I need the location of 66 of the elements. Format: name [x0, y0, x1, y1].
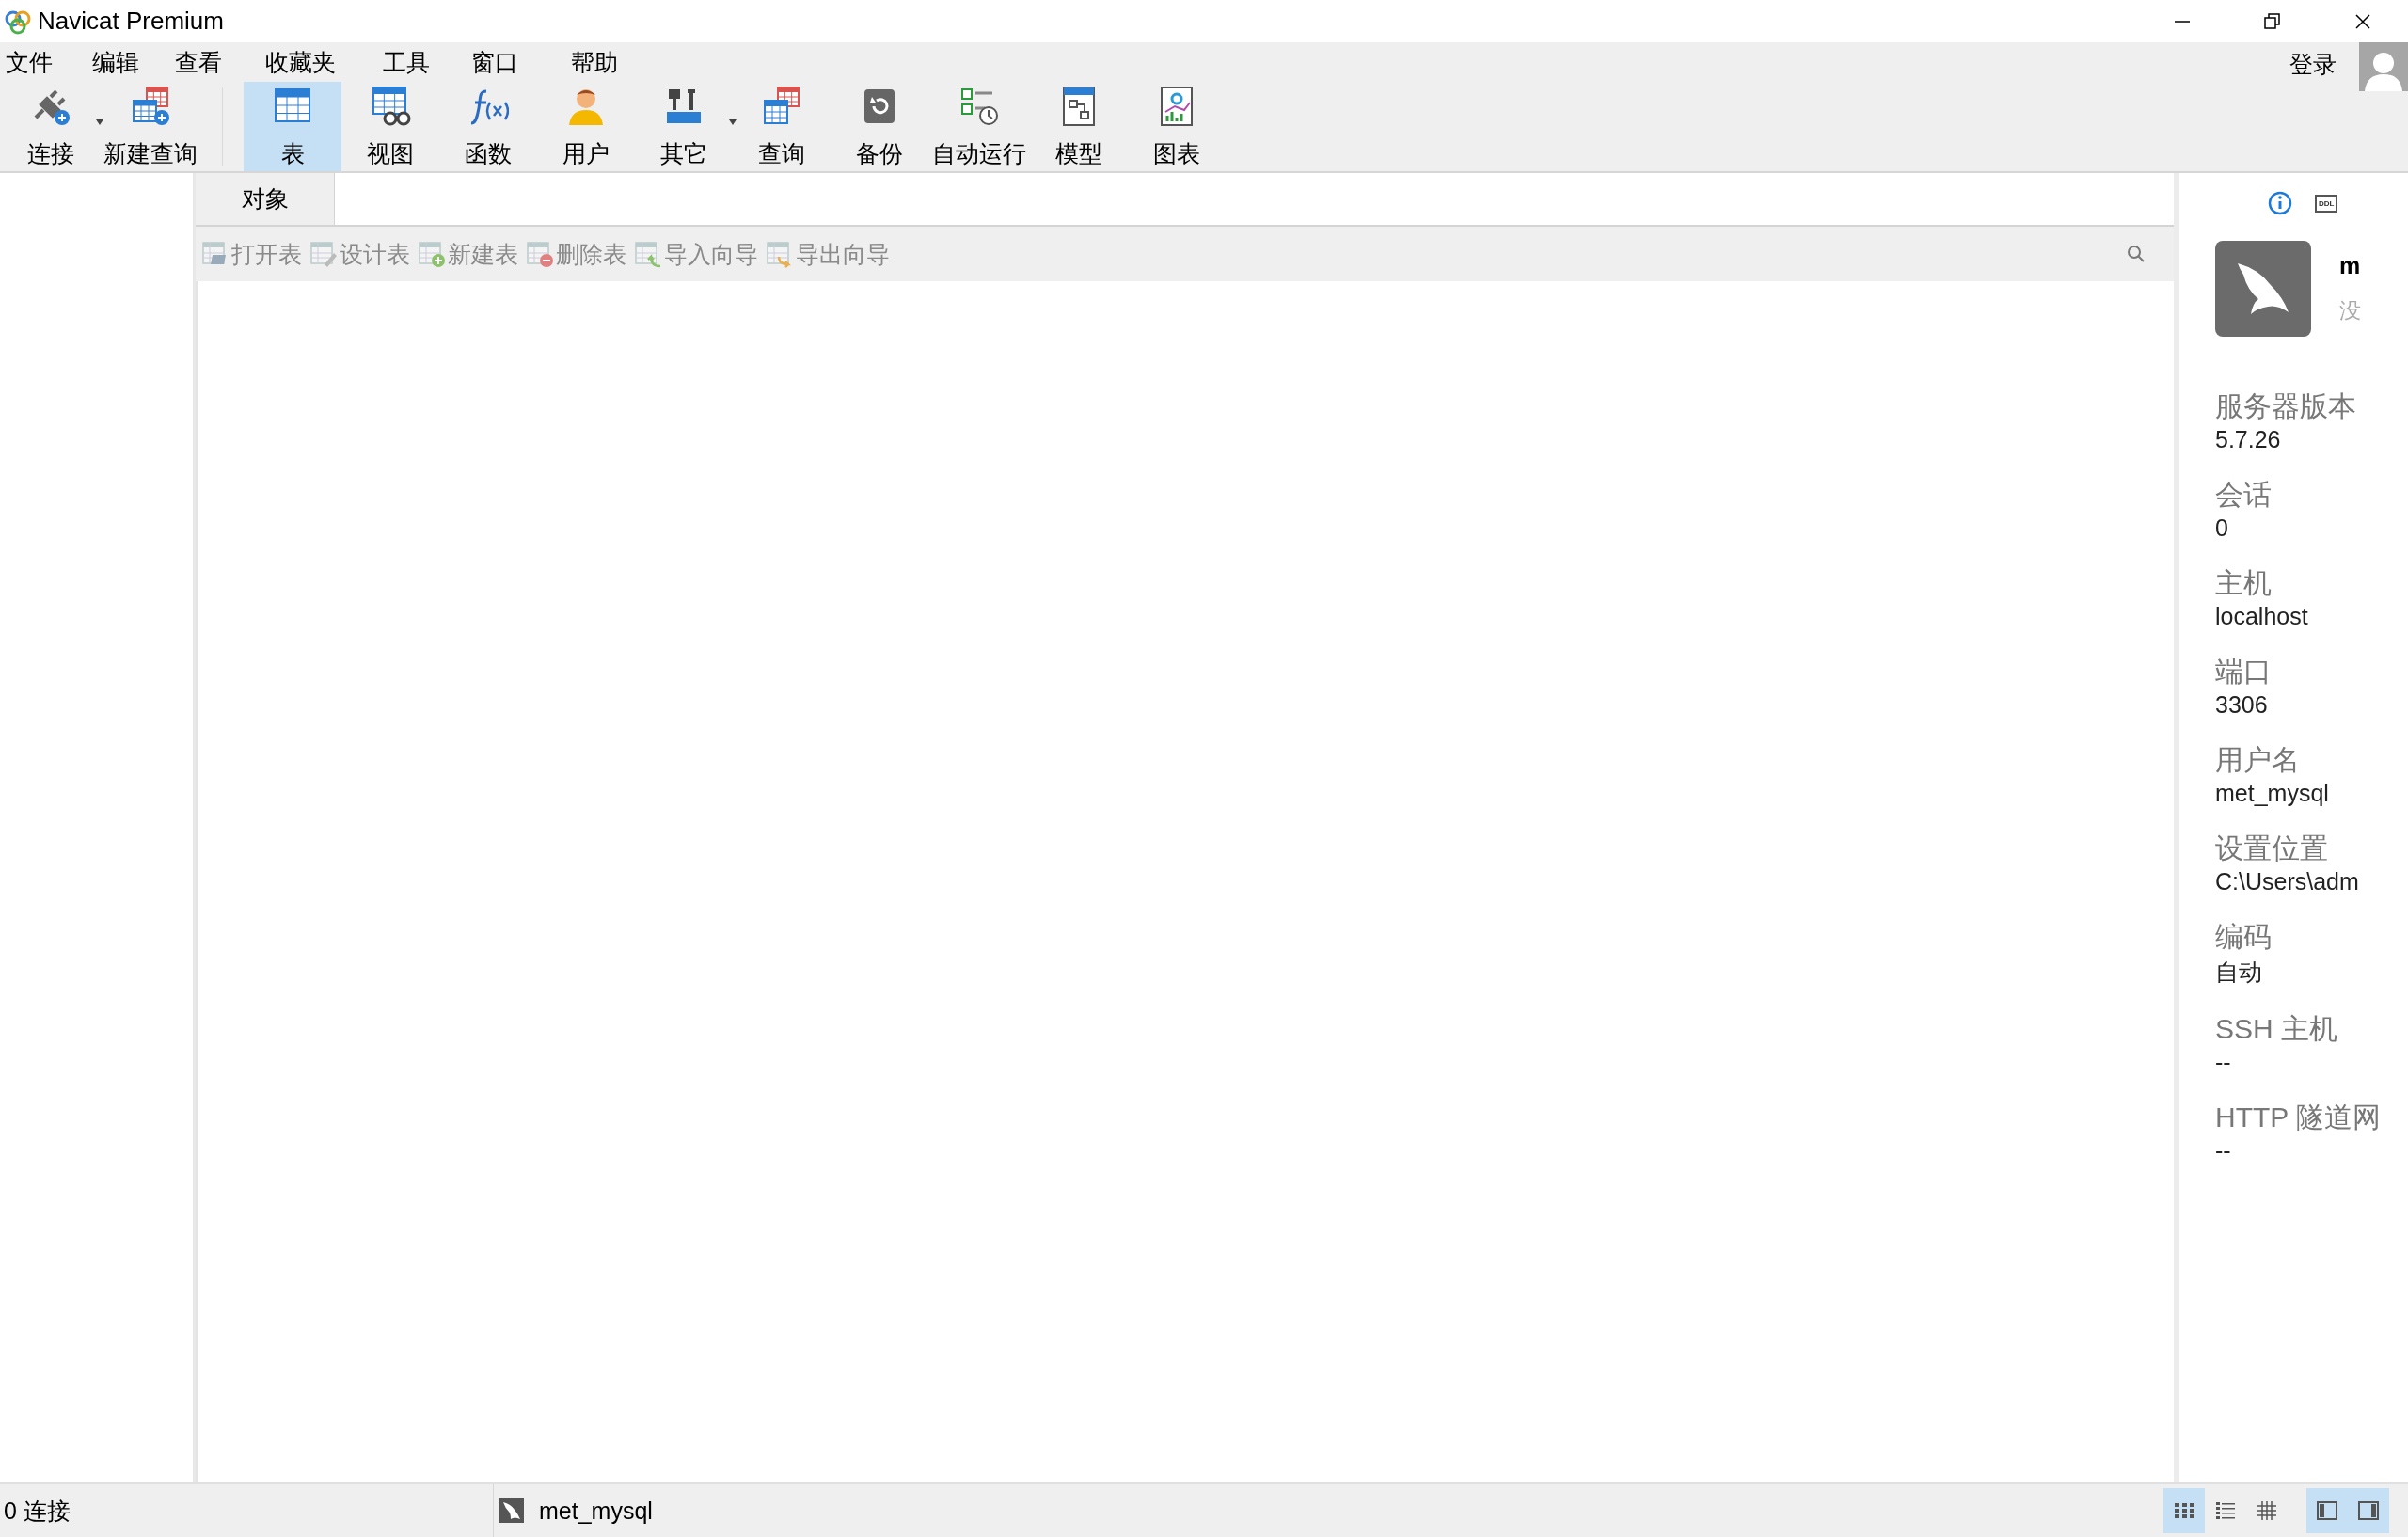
table-plus-icon: [418, 240, 446, 268]
search-icon[interactable]: [2127, 245, 2146, 263]
table-minus-icon: [526, 240, 554, 268]
view-mode-button[interactable]: [2163, 1488, 2205, 1533]
property-label: 主机: [2215, 566, 2273, 600]
grid-view-icon[interactable]: [2256, 1499, 2278, 1522]
restore-icon: [2263, 11, 2282, 31]
property-value: C:\Users\adm: [2215, 868, 2360, 895]
dolphin-icon: [499, 1498, 524, 1523]
menu-item[interactable]: 文件: [0, 46, 58, 78]
minimize-icon: [2174, 20, 2191, 23]
table-plus-icon: [130, 86, 171, 127]
right-pane-icon[interactable]: [2357, 1499, 2380, 1522]
window-title: Navicat Premium: [38, 7, 225, 36]
toolbar-button[interactable]: 其它: [635, 82, 733, 171]
toolbar-button[interactable]: 模型: [1030, 82, 1128, 171]
property-label: 服务器版本: [2215, 389, 2357, 423]
property-value: --: [2215, 1137, 2232, 1165]
connection-name: met_mysql: [539, 1497, 653, 1525]
toolbar-button[interactable]: 查询: [733, 82, 831, 171]
property-value: met_mysql: [2215, 780, 2330, 807]
property-label: SSH 主机: [2215, 1012, 2339, 1046]
caret-icon: [729, 119, 737, 125]
toolbar-button[interactable]: 自动运行: [928, 82, 1030, 171]
property-label: 会话: [2215, 478, 2273, 512]
toolbar-button[interactable]: 图表: [1128, 82, 1226, 171]
toolbar-button[interactable]: 连接: [2, 82, 100, 171]
toolbar-button[interactable]: 新建查询: [100, 82, 201, 171]
pane-toggle-button[interactable]: [2348, 1488, 2389, 1533]
toolbar-button[interactable]: 表: [244, 82, 341, 171]
table-arrow-icon: [634, 240, 662, 268]
list-view-icon[interactable]: [2214, 1499, 2237, 1522]
property-label: 编码: [2215, 920, 2273, 954]
menu-item[interactable]: 窗口: [466, 46, 524, 78]
toolbar-button[interactable]: 备份: [831, 82, 928, 171]
toolbar-button[interactable]: 视图: [341, 82, 439, 171]
toolbar-button[interactable]: 用户: [537, 82, 635, 171]
property-label: 用户名: [2215, 743, 2301, 777]
login-link[interactable]: 登录: [2289, 49, 2337, 82]
property-label: 端口: [2215, 655, 2273, 689]
close-icon: [2353, 11, 2372, 31]
checklist-clock-icon: [958, 86, 1000, 127]
menu-item[interactable]: 收藏夹: [260, 46, 341, 78]
property-value: localhost: [2215, 603, 2309, 630]
connection-subtitle: 没: [2339, 297, 2361, 325]
caret-icon: [96, 119, 103, 125]
left-pane-icon[interactable]: [2316, 1499, 2338, 1522]
menu-item[interactable]: 帮助: [565, 46, 624, 78]
tab[interactable]: 对象: [196, 173, 335, 225]
property-value: 3306: [2215, 691, 2269, 719]
property-value: 0: [2215, 515, 2229, 542]
table-glasses-icon: [370, 86, 411, 127]
menu-item[interactable]: 编辑: [87, 46, 145, 78]
connection-name: m: [2339, 252, 2361, 279]
menu-item[interactable]: 查看: [169, 46, 228, 78]
table-stack-icon: [761, 86, 802, 127]
pane-toggle-button[interactable]: [2306, 1488, 2348, 1533]
property-value: 5.7.26: [2215, 426, 2282, 453]
connection-count: 0 连接: [4, 1496, 71, 1526]
property-label: 设置位置: [2215, 832, 2329, 865]
property-value: 自动: [2215, 958, 2263, 987]
table-pencil-icon: [309, 240, 338, 268]
property-label: HTTP 隧道网: [2215, 1101, 2383, 1134]
menu-item[interactable]: 工具: [377, 46, 436, 78]
toolbar-button[interactable]: 函数: [439, 82, 537, 171]
property-value: --: [2215, 1049, 2232, 1076]
